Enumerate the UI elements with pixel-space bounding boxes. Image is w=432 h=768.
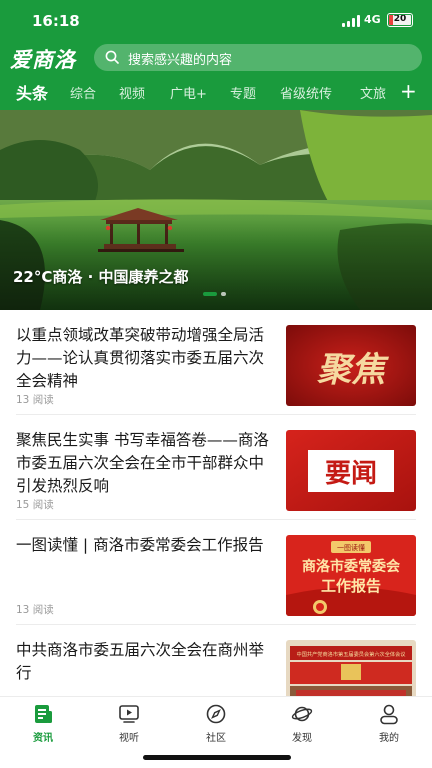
compass-icon — [206, 704, 226, 724]
app-screen: 16:18 4G 20 爱商洛 搜索感兴趣的内容 头条 综合 视频 广电+ 专题… — [0, 0, 432, 768]
thumb-text: 要闻 — [325, 459, 377, 489]
app-logo[interactable]: 爱商洛 — [10, 44, 76, 74]
thumb-banner-text: 中国共产党商洛市第五届委员会第六次全体会议 — [297, 650, 407, 658]
news-title: 聚焦民生实事 书写幸福答卷——商洛市委五届六次全会在全市干部群众中引发热烈反响 — [16, 431, 269, 495]
plus-icon[interactable]: + — [400, 80, 417, 102]
tab-provincial[interactable]: 省级统传 — [280, 83, 332, 102]
nav-label: 视听 — [119, 733, 139, 744]
news-title: 以重点领域改革突破带动增强全局活力——论认真贯彻落实市委五届六次全会精神 — [16, 326, 265, 390]
news-title: 中共商洛市委五届六次全会在商州举行 — [16, 641, 265, 682]
thumb-badge: 一图读懂 — [337, 543, 365, 552]
tab-broadcast[interactable]: 广电+ — [170, 83, 207, 102]
thumb-text: 聚焦 — [317, 350, 389, 390]
read-count: 13 阅读 — [16, 604, 54, 616]
battery-level-text: 20 — [393, 15, 407, 24]
status-bar: 16:18 4G 20 — [0, 0, 432, 40]
search-bar[interactable]: 搜索感兴趣的内容 — [94, 44, 422, 71]
planet-icon — [291, 706, 313, 722]
nav-profile[interactable]: 我的 — [346, 703, 432, 744]
category-tabs: 头条 综合 视频 广电+ 专题 省级统传 文旅 + — [0, 80, 432, 108]
battery-icon: 20 — [387, 13, 413, 27]
nav-video[interactable]: 视听 — [86, 703, 172, 744]
carousel-dot-active — [203, 292, 217, 296]
nav-label: 发现 — [292, 733, 312, 744]
network-type: 4G — [364, 13, 381, 26]
app-header: 16:18 4G 20 爱商洛 搜索感兴趣的内容 头条 综合 视频 广电+ 专题… — [0, 0, 432, 110]
news-item[interactable]: 一图读懂 | 商洛市委常委会工作报告 13 阅读 一图读懂 商洛市委常委会 工作… — [0, 520, 432, 625]
signal-icon — [342, 15, 360, 27]
video-icon — [119, 705, 139, 723]
nav-label: 资讯 — [33, 733, 53, 744]
thumb-line-1: 商洛市委常委会 — [302, 558, 401, 575]
news-item[interactable]: 以重点领域改革突破带动增强全局活力——论认真贯彻落实市委五届六次全会精神 13 … — [0, 310, 432, 415]
read-count: 13 阅读 — [16, 394, 54, 406]
thumb-line-2: 工作报告 — [321, 577, 381, 595]
nav-community[interactable]: 社区 — [173, 703, 259, 744]
tab-culture-tourism[interactable]: 文旅 — [360, 83, 386, 102]
carousel-dot — [221, 292, 226, 296]
news-item[interactable]: 聚焦民生实事 书写幸福答卷——商洛市委五届六次全会在全市干部群众中引发热烈反响 … — [0, 415, 432, 520]
search-icon — [105, 50, 119, 64]
home-indicator[interactable] — [143, 755, 291, 760]
read-count: 15 阅读 — [16, 499, 54, 511]
news-thumbnail: 一图读懂 商洛市委常委会 工作报告 — [286, 535, 416, 616]
news-thumbnail: 要闻 — [286, 430, 416, 511]
tab-video[interactable]: 视频 — [119, 83, 145, 102]
tab-topics[interactable]: 专题 — [230, 83, 256, 102]
news-icon — [35, 705, 52, 723]
user-icon — [380, 704, 398, 725]
tab-general[interactable]: 综合 — [70, 83, 96, 102]
tab-headlines[interactable]: 头条 — [16, 80, 48, 104]
nav-label: 我的 — [379, 733, 399, 744]
nav-discover[interactable]: 发现 — [259, 703, 345, 744]
search-placeholder: 搜索感兴趣的内容 — [128, 53, 233, 68]
banner-carousel[interactable]: 22°C商洛 · 中国康养之都 — [0, 110, 432, 310]
nav-label: 社区 — [206, 733, 226, 744]
news-thumbnail: 聚焦 — [286, 325, 416, 406]
status-time: 16:18 — [32, 12, 80, 30]
news-title: 一图读懂 | 商洛市委常委会工作报告 — [16, 536, 264, 554]
nav-news[interactable]: 资讯 — [0, 703, 86, 744]
carousel-indicator — [203, 292, 226, 296]
banner-caption: 22°C商洛 · 中国康养之都 — [13, 268, 189, 286]
